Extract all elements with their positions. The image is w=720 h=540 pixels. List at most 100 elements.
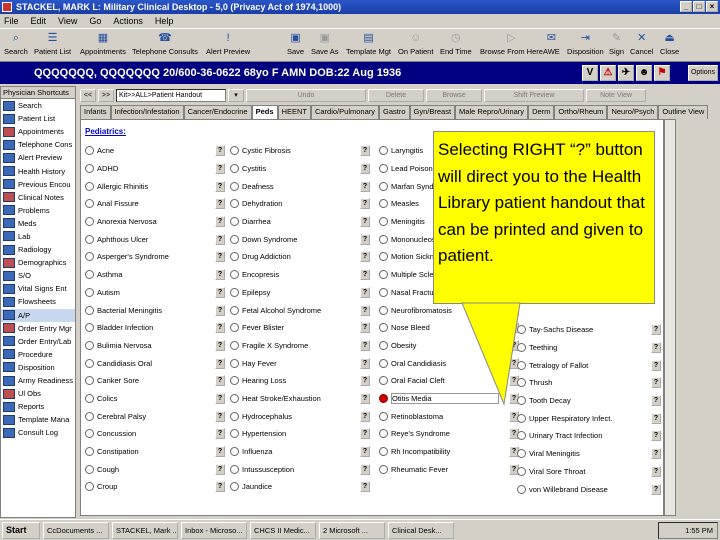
handout-name[interactable]: Anal Fissure (97, 199, 205, 208)
select-radio[interactable] (517, 343, 526, 353)
patient-list-button[interactable]: ☰ Patient List (34, 31, 71, 61)
help-button[interactable]: ? (360, 163, 370, 175)
select-radio[interactable] (517, 396, 526, 406)
options-button[interactable]: Options (688, 65, 718, 81)
help-button[interactable]: ? (360, 145, 370, 157)
select-radio[interactable] (85, 181, 94, 191)
handout-name[interactable]: Otitis Media (391, 392, 499, 404)
select-radio[interactable] (379, 234, 388, 244)
handout-name[interactable]: Heat Stroke/Exhaustion (242, 394, 350, 403)
help-button[interactable]: ? (215, 322, 225, 334)
kit-selector[interactable]: Kit>>ALL>Patient Handout (116, 89, 226, 102)
sidebar-item[interactable]: Order Entry/Lab (1, 335, 75, 348)
menu-edit[interactable]: Edit (31, 14, 47, 28)
on-patient-button[interactable]: ☺ On Patient (398, 31, 433, 61)
select-radio[interactable] (85, 164, 94, 174)
handout-name[interactable]: Hydrocephalus (242, 412, 350, 421)
task-1[interactable]: CcDocuments ... (43, 521, 109, 539)
allergy-icon[interactable]: ⚠ (600, 65, 616, 81)
help-button[interactable]: ? (360, 428, 370, 440)
select-radio[interactable] (230, 287, 239, 297)
help-button[interactable]: ? (215, 286, 225, 298)
help-button[interactable]: ? (651, 395, 661, 407)
maximize-button[interactable]: □ (693, 1, 705, 12)
select-radio[interactable] (85, 287, 94, 297)
help-button[interactable]: ? (651, 377, 661, 389)
handout-name[interactable]: Tetralogy of Fallot (529, 361, 637, 370)
handout-name[interactable]: Hypertension (242, 429, 350, 438)
sidebar-item[interactable]: Alert Preview (1, 151, 75, 164)
handout-name[interactable]: Aphthous Ulcer (97, 235, 205, 244)
sidebar-item[interactable]: Template Mana (1, 413, 75, 426)
select-radio[interactable] (379, 340, 388, 350)
help-button[interactable]: ? (360, 198, 370, 210)
handout-name[interactable]: Epilepsy (242, 288, 350, 297)
help-button[interactable]: ? (215, 428, 225, 440)
handout-name[interactable]: Teething (529, 343, 637, 352)
select-radio[interactable] (230, 464, 239, 474)
sidebar-item[interactable]: Appointments (1, 125, 75, 138)
help-button[interactable]: ? (360, 392, 370, 404)
tab[interactable]: Male Repro/Urinary (455, 105, 529, 119)
nav-back-button[interactable]: << (80, 89, 96, 102)
help-button[interactable]: ? (215, 216, 225, 228)
tab[interactable]: Outline View (658, 105, 709, 119)
select-radio[interactable] (85, 305, 94, 315)
help-button[interactable]: ? (360, 269, 370, 281)
help-button[interactable]: ? (215, 392, 225, 404)
handout-name[interactable]: Influenza (242, 447, 350, 456)
select-radio[interactable] (230, 447, 239, 457)
tab[interactable]: HEENT (277, 105, 311, 119)
handout-name[interactable]: Anorexia Nervosa (97, 217, 205, 226)
handout-name[interactable]: Down Syndrome (242, 235, 350, 244)
handout-name[interactable]: Allergic Rhinitis (97, 182, 205, 191)
shift-preview-button[interactable]: Shift Preview (484, 89, 584, 102)
handout-name[interactable]: Diarrhea (242, 217, 350, 226)
select-radio[interactable] (85, 393, 94, 403)
sidebar-item[interactable]: Patient List (1, 112, 75, 125)
tab[interactable]: Infection/Infestation (110, 105, 184, 119)
handout-name[interactable]: Urinary Tract Infection (529, 431, 637, 440)
help-button[interactable]: ? (360, 233, 370, 245)
save-button[interactable]: ▣ Save (287, 31, 304, 61)
vertical-scrollbar[interactable] (664, 119, 676, 516)
help-button[interactable]: ? (215, 198, 225, 210)
help-button[interactable]: ? (651, 412, 661, 424)
select-radio[interactable] (230, 323, 239, 333)
handout-name[interactable]: Retinoblastoma (391, 412, 499, 421)
select-radio[interactable] (379, 252, 388, 262)
handout-name[interactable]: Jaundice (242, 482, 350, 491)
select-radio[interactable] (230, 411, 239, 421)
handout-name[interactable]: Autism (97, 288, 205, 297)
handout-name[interactable]: Candidiasis Oral (97, 359, 205, 368)
telephone-consults-button[interactable]: ☎ Telephone Consults (132, 31, 198, 61)
help-button[interactable]: ? (651, 324, 661, 336)
handout-name[interactable]: Hearing Loss (242, 376, 350, 385)
handout-name[interactable]: Acne (97, 146, 205, 155)
handout-name[interactable]: Encopresis (242, 270, 350, 279)
select-radio[interactable] (517, 484, 526, 494)
sidebar-item[interactable]: Army Readiness (1, 374, 75, 387)
handout-name[interactable]: Viral Sore Throat (529, 467, 637, 476)
select-radio[interactable] (517, 325, 526, 335)
handout-name[interactable]: Asthma (97, 270, 205, 279)
menu-go[interactable]: Go (89, 14, 101, 28)
undo-button[interactable]: Undo (246, 89, 366, 102)
select-radio[interactable] (517, 360, 526, 370)
help-button[interactable]: ? (215, 339, 225, 351)
tab[interactable]: Gastro (379, 105, 410, 119)
help-button[interactable]: ? (215, 251, 225, 263)
help-button[interactable]: ? (651, 465, 661, 477)
cancel-button[interactable]: ✕ Cancel (630, 31, 653, 61)
select-radio[interactable] (85, 252, 94, 262)
help-button[interactable]: ? (215, 163, 225, 175)
handout-name[interactable]: ADHD (97, 164, 205, 173)
help-button[interactable]: ? (215, 145, 225, 157)
select-radio[interactable] (230, 270, 239, 280)
help-button[interactable]: ? (651, 342, 661, 354)
handout-name[interactable]: Oral Facial Cleft (391, 376, 499, 385)
select-radio[interactable] (230, 252, 239, 262)
person-icon[interactable]: ☻ (636, 65, 652, 81)
sidebar-item[interactable]: A/P (1, 308, 75, 322)
close-toolbar-button[interactable]: ⏏ Close (660, 31, 679, 61)
